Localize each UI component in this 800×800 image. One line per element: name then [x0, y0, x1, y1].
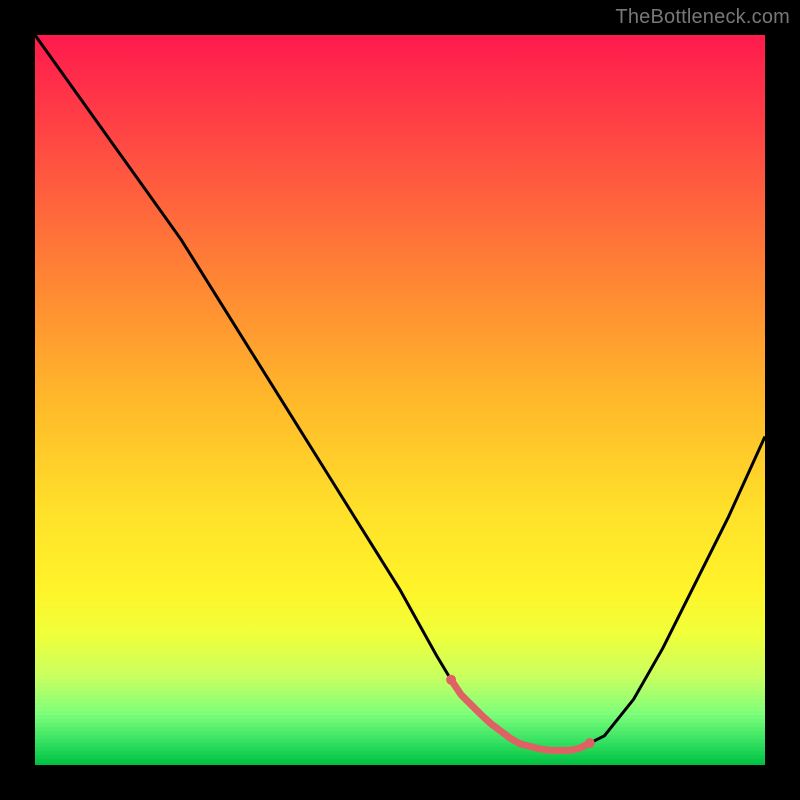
- curve-line: [35, 35, 765, 750]
- curve-highlight: [451, 680, 590, 751]
- highlight-dot-right: [585, 738, 595, 748]
- plot-area: [35, 35, 765, 765]
- chart-frame: TheBottleneck.com: [0, 0, 800, 800]
- highlight-dot-left: [446, 675, 456, 685]
- watermark-text: TheBottleneck.com: [615, 6, 790, 29]
- bottleneck-curve: [35, 35, 765, 765]
